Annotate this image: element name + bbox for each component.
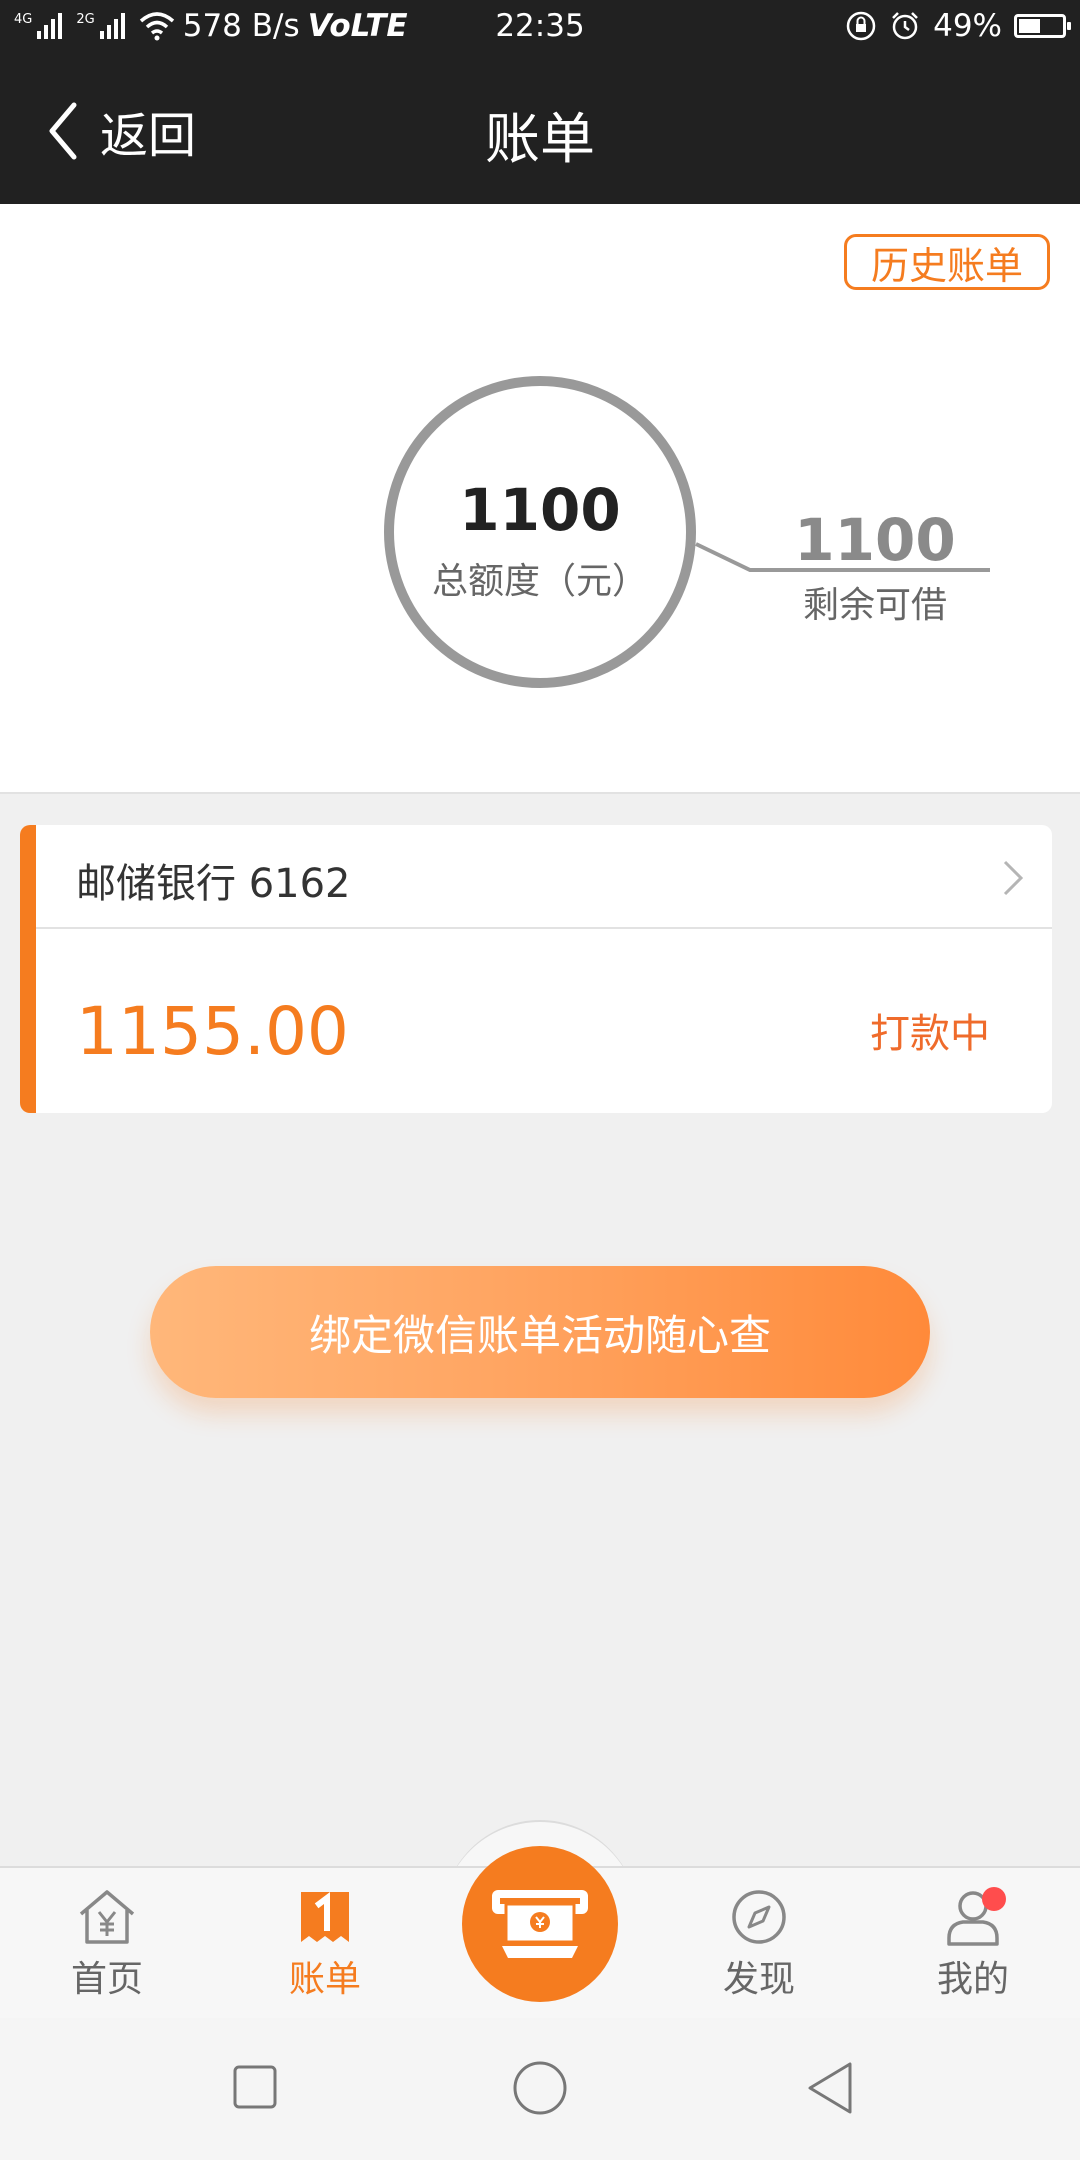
back-nav-button[interactable] [806,2060,856,2116]
rotation-lock-icon [846,11,876,41]
remaining-amount: 1100 [794,506,956,574]
alarm-icon [892,12,918,40]
total-credit-label: 总额度（元） [431,561,648,602]
borrow-center-button[interactable] [462,1846,618,2002]
total-credit-amount: 1100 [459,476,621,544]
page-title: 账单 [484,107,595,171]
remaining-credit: 1100 剩余可借 [780,506,970,628]
battery-icon [1014,14,1071,38]
tab-discover[interactable]: 发现 [674,1888,844,2002]
tab-bills-label: 账单 [288,1959,361,2000]
home-yen-icon [79,1890,135,1944]
status-right: 49% [845,8,1071,44]
bill-card-header[interactable]: 邮储银行 6162 [36,825,1052,929]
compass-icon [732,1890,786,1944]
app-header: 返回 账单 [0,56,1080,204]
bind-wechat-button[interactable]: 绑定微信账单活动随心查 [150,1266,930,1398]
bank-account: 邮储银行 6162 [76,861,351,907]
bill-icon [301,1892,349,1942]
bill-amount: 1155.00 [76,993,349,1070]
system-nav-bar [0,2018,1080,2160]
home-button[interactable] [512,2060,568,2116]
card-accent-stripe [20,825,36,1113]
credit-summary: 历史账单 1100 总额度（元） 1100 剩余可借 [0,204,1080,794]
notification-dot [982,1887,1006,1911]
tab-me[interactable]: 我的 [888,1888,1058,2002]
remaining-label: 剩余可借 [802,585,947,626]
battery-percent: 49% [933,8,1002,44]
atm-cash-icon [492,1890,588,1958]
credit-ring: 1100 总额度（元） [384,376,696,688]
tab-home-label: 首页 [70,1959,143,2000]
bill-status: 打款中 [870,1011,990,1057]
recent-apps-button[interactable] [232,2064,278,2110]
status-bar: 4G 2G 578 B/s VoLTE 22:35 49% [0,0,1080,56]
tab-home[interactable]: 首页 [22,1888,192,2002]
chevron-right-icon [1003,860,1024,896]
bill-card[interactable]: 邮储银行 6162 1155.00 打款中 [20,825,1052,1113]
tab-me-label: 我的 [936,1959,1009,2000]
tab-bills[interactable]: 账单 [240,1888,410,2002]
tab-discover-label: 发现 [722,1959,795,2000]
